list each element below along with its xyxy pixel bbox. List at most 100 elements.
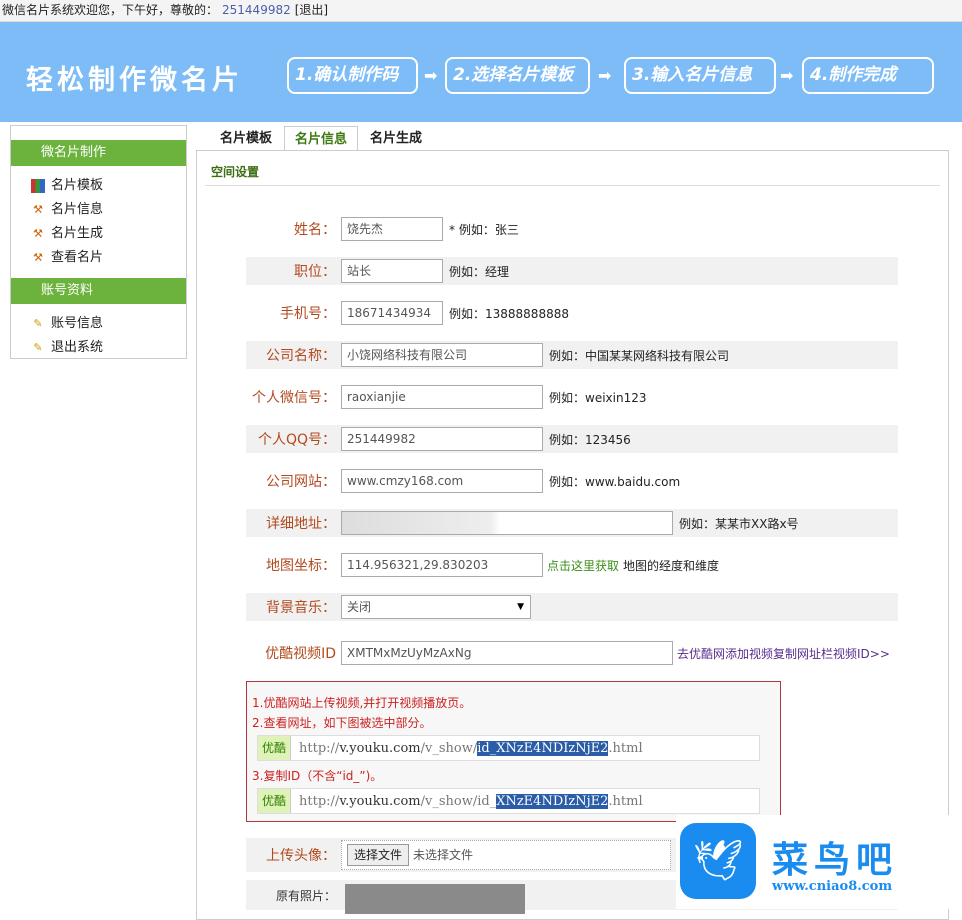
- map-hint: 地图的经度和维度: [623, 558, 720, 573]
- avatar-file-input: 选择文件 未选择文件: [341, 840, 671, 870]
- music-value: 关闭: [347, 600, 372, 614]
- file-status: 未选择文件: [413, 848, 474, 862]
- sidebar: 微名片制作 名片模板 ⚒ 名片信息 ⚒ 名片生成 ⚒ 查看名片 账号资料 ✎ 账号信息 …: [10, 125, 187, 359]
- position-hint: 例如：经理: [449, 264, 510, 279]
- youku-tag: 优酷: [258, 736, 292, 760]
- youku-row: 优酷视频ID XMTMxMzUyMzAxNg 去优酷网添加视频复制网址栏视频ID>>: [246, 639, 898, 667]
- url-part: /v_show/: [420, 740, 478, 756]
- url-example-2: 优酷 http://v.youku.com/v_show/id_ XNzE4NDIz…: [257, 788, 760, 814]
- url-part: /v_show/id_: [420, 793, 497, 809]
- position-input[interactable]: 站长: [341, 259, 443, 283]
- sidebar-item-label: 退出系统: [51, 340, 104, 355]
- url-part: http://: [299, 740, 340, 756]
- watermark-logo: 🕊 菜鸟吧 www.cniao8.com: [676, 815, 962, 909]
- step-1: 1.确认制作码: [287, 57, 418, 94]
- top-bar: 微信名片系统欢迎您，下午好，尊敬的： 251449982 [退出]: [0, 0, 962, 22]
- step-2: 2.选择名片模板: [445, 57, 590, 94]
- greeting-text: 微信名片系统欢迎您，下午好，尊敬的：: [2, 3, 219, 17]
- url-part: http://: [299, 793, 340, 809]
- existing-photo: [345, 884, 525, 914]
- sidebar-item-generate[interactable]: ⚒ 名片生成: [11, 222, 186, 246]
- phone-label: 手机号：: [280, 306, 336, 322]
- qq-input[interactable]: 251449982: [341, 427, 543, 451]
- divider: [205, 185, 940, 186]
- choose-file-button[interactable]: 选择文件: [347, 844, 410, 866]
- sidebar-item-account-info[interactable]: ✎ 账号信息: [11, 312, 186, 336]
- user-id: 251449982: [222, 3, 291, 17]
- youku-input[interactable]: XMTMxMzUyMzAxNg: [341, 641, 673, 665]
- music-label: 背景音乐：: [266, 600, 336, 616]
- map-label: 地图坐标：: [266, 558, 336, 574]
- sidebar-section-card: 微名片制作: [11, 140, 186, 166]
- sidebar-item-label: 名片生成: [51, 226, 104, 241]
- step-3: 3.输入名片信息: [624, 57, 776, 94]
- tools-icon: ⚒: [33, 227, 43, 240]
- tools-icon: ⚒: [33, 203, 43, 216]
- sidebar-item-label: 账号信息: [51, 316, 104, 331]
- arrow-icon: ➡: [424, 66, 438, 85]
- music-select[interactable]: 关闭 ▼: [341, 595, 531, 619]
- company-hint: 例如：中国某某网络科技有限公司: [549, 348, 730, 363]
- website-input[interactable]: www.cmzy168.com: [341, 469, 543, 493]
- tools-icon: ⚒: [33, 251, 43, 264]
- tab-templates[interactable]: 名片模板: [210, 126, 282, 151]
- logout-link[interactable]: [退出]: [295, 3, 328, 17]
- url-selection: id_XNzE4NDIzNjE2: [477, 740, 609, 756]
- url-part: .html: [608, 740, 643, 756]
- url-part: v.youku.com: [339, 740, 421, 756]
- photo-label: 原有照片：: [275, 888, 336, 903]
- section-title: 空间设置: [211, 165, 260, 179]
- website-hint: 例如：www.baidu.com: [549, 474, 681, 489]
- sidebar-item-label: 名片模板: [51, 178, 104, 193]
- help-step-3: 3.复制ID（不含“id_”)。: [252, 769, 383, 783]
- help-step-1: 1.优酷网站上传视频,并打开视频播放页。: [252, 696, 472, 710]
- name-input[interactable]: 饶先杰: [341, 217, 443, 241]
- qq-row: 个人QQ号： 251449982 例如：123456: [246, 425, 898, 453]
- wechat-hint: 例如：weixin123: [549, 390, 647, 405]
- get-coordinates-link[interactable]: 点击这里获取: [547, 557, 619, 574]
- phone-hint: 例如：13888888888: [449, 306, 569, 321]
- url-part: v.youku.com: [339, 793, 421, 809]
- url-selection: XNzE4NDIzNjE2: [496, 793, 609, 809]
- step-4: 4.制作完成: [802, 57, 934, 94]
- company-input[interactable]: 小饶网络科技有限公司: [341, 343, 543, 367]
- sidebar-item-view[interactable]: ⚒ 查看名片: [11, 246, 186, 270]
- arrow-icon: ➡: [598, 66, 612, 85]
- watermark-url: www.cniao8.com: [772, 879, 893, 894]
- tab-generate[interactable]: 名片生成: [360, 126, 432, 151]
- sidebar-section-account: 账号资料: [11, 278, 186, 304]
- website-row: 公司网站： www.cmzy168.com 例如：www.baidu.com: [246, 467, 898, 495]
- phone-row: 手机号： 18671434934 例如：13888888888: [246, 299, 898, 327]
- dropdown-arrow-icon: ▼: [517, 602, 524, 612]
- url-part: .html: [608, 793, 643, 809]
- sidebar-item-logout[interactable]: ✎ 退出系统: [11, 336, 186, 360]
- bird-icon: 🕊: [680, 823, 756, 899]
- position-label: 职位：: [294, 264, 336, 280]
- youku-label: 优酷视频ID: [265, 646, 336, 662]
- company-row: 公司名称： 小饶网络科技有限公司 例如：中国某某网络科技有限公司: [246, 341, 898, 369]
- company-label: 公司名称：: [266, 348, 336, 364]
- tab-bar: 名片模板 名片信息 名片生成: [210, 126, 434, 151]
- name-row: 姓名： 饶先杰 * 例如：张三: [246, 215, 898, 243]
- sidebar-item-templates[interactable]: 名片模板: [11, 174, 186, 198]
- youku-link[interactable]: 去优酷网添加视频复制网址栏视频ID>>: [677, 645, 890, 662]
- map-input[interactable]: 114.956321,29.830203: [341, 553, 543, 577]
- sidebar-item-info[interactable]: ⚒ 名片信息: [11, 198, 186, 222]
- wechat-label: 个人微信号：: [252, 390, 336, 406]
- address-label: 详细地址：: [266, 516, 336, 532]
- name-hint: * 例如：张三: [449, 222, 519, 237]
- youku-tag: 优酷: [258, 789, 292, 813]
- arrow-icon: ➡: [780, 66, 794, 85]
- edit-icon: ✎: [33, 341, 43, 354]
- wechat-input[interactable]: raoxianjie: [341, 385, 543, 409]
- website-label: 公司网站：: [266, 474, 336, 490]
- avatar-label: 上传头像：: [266, 848, 336, 864]
- tab-info[interactable]: 名片信息: [284, 126, 359, 151]
- youku-help-box: 1.优酷网站上传视频,并打开视频播放页。 2.查看网址，如下图被选中部分。 优酷…: [246, 681, 781, 822]
- qq-label: 个人QQ号：: [257, 432, 336, 448]
- phone-input[interactable]: 18671434934: [341, 301, 443, 325]
- wechat-row: 个人微信号： raoxianjie 例如：weixin123: [246, 383, 898, 411]
- grid-icon: [31, 179, 45, 193]
- address-input[interactable]: [341, 511, 673, 535]
- address-hint: 例如：某某市XX路x号: [679, 516, 799, 531]
